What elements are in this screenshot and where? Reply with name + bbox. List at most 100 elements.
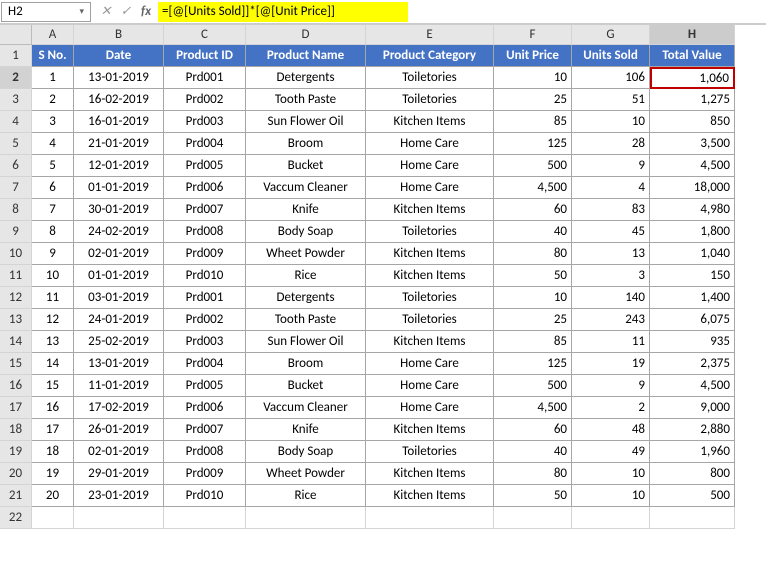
cell[interactable]: Prd008: [164, 441, 246, 463]
col-header-F[interactable]: F: [494, 25, 572, 45]
cell-total-value[interactable]: 4,500: [650, 155, 735, 177]
cell[interactable]: 21-01-2019: [74, 133, 164, 155]
cell[interactable]: 9: [32, 243, 74, 265]
row-header-18[interactable]: 18: [0, 419, 32, 441]
cell-total-value[interactable]: 4,500: [650, 375, 735, 397]
cell[interactable]: Broom: [246, 133, 366, 155]
row-header-10[interactable]: 10: [0, 243, 32, 265]
cell[interactable]: 12: [32, 309, 74, 331]
cell[interactable]: 16: [32, 397, 74, 419]
cell[interactable]: 83: [572, 199, 650, 221]
cell[interactable]: 80: [494, 243, 572, 265]
cell[interactable]: 80: [494, 463, 572, 485]
cell[interactable]: Home Care: [366, 353, 494, 375]
cell[interactable]: 15: [32, 375, 74, 397]
row-header-22[interactable]: 22: [0, 507, 32, 529]
cell[interactable]: 45: [572, 221, 650, 243]
cell[interactable]: 500: [494, 375, 572, 397]
cell[interactable]: 01-01-2019: [74, 177, 164, 199]
cell[interactable]: Prd005: [164, 155, 246, 177]
cell[interactable]: 03-01-2019: [74, 287, 164, 309]
cell[interactable]: Prd006: [164, 397, 246, 419]
row-header-13[interactable]: 13: [0, 309, 32, 331]
cell[interactable]: 40: [494, 221, 572, 243]
chevron-down-icon[interactable]: ▾: [79, 6, 84, 17]
cell[interactable]: 4: [572, 177, 650, 199]
cell-total-value[interactable]: 3,500: [650, 133, 735, 155]
accept-icon[interactable]: ✓: [117, 4, 135, 19]
name-box[interactable]: H2 ▾: [1, 2, 91, 22]
cell[interactable]: Toiletories: [366, 67, 494, 89]
row-header-4[interactable]: 4: [0, 111, 32, 133]
cell[interactable]: 25-02-2019: [74, 331, 164, 353]
cell[interactable]: Kitchen Items: [366, 265, 494, 287]
cell[interactable]: Broom: [246, 353, 366, 375]
cell[interactable]: 11: [32, 287, 74, 309]
cell[interactable]: 4: [32, 133, 74, 155]
cell-total-value[interactable]: 1,060: [650, 67, 735, 89]
cell[interactable]: Prd002: [164, 309, 246, 331]
cell[interactable]: 7: [32, 199, 74, 221]
cell[interactable]: Prd009: [164, 463, 246, 485]
cell[interactable]: 4,500: [494, 177, 572, 199]
cell[interactable]: 49: [572, 441, 650, 463]
cell[interactable]: [32, 507, 74, 529]
cell[interactable]: Kitchen Items: [366, 199, 494, 221]
cell[interactable]: Prd002: [164, 89, 246, 111]
cell[interactable]: 11: [572, 331, 650, 353]
cell[interactable]: 01-01-2019: [74, 265, 164, 287]
cell[interactable]: Prd009: [164, 243, 246, 265]
row-header-3[interactable]: 3: [0, 89, 32, 111]
cell-total-value[interactable]: 4,980: [650, 199, 735, 221]
col-header-D[interactable]: D: [246, 25, 366, 45]
cell[interactable]: Bucket: [246, 375, 366, 397]
cell[interactable]: 3: [32, 111, 74, 133]
cell[interactable]: Vaccum Cleaner: [246, 397, 366, 419]
cell-total-value[interactable]: 1,040: [650, 243, 735, 265]
cell[interactable]: 85: [494, 331, 572, 353]
fx-icon[interactable]: fx: [137, 4, 155, 19]
cell[interactable]: Toiletories: [366, 287, 494, 309]
col-header-E[interactable]: E: [366, 25, 494, 45]
cell[interactable]: Prd007: [164, 199, 246, 221]
cell[interactable]: 19: [32, 463, 74, 485]
cell[interactable]: Knife: [246, 199, 366, 221]
cell[interactable]: 28: [572, 133, 650, 155]
cell[interactable]: Prd010: [164, 265, 246, 287]
cell[interactable]: 2: [32, 89, 74, 111]
row-header-7[interactable]: 7: [0, 177, 32, 199]
cell[interactable]: Prd001: [164, 67, 246, 89]
col-header-G[interactable]: G: [572, 25, 650, 45]
row-header-17[interactable]: 17: [0, 397, 32, 419]
table-header[interactable]: Unit Price: [494, 45, 572, 67]
cell[interactable]: 17: [32, 419, 74, 441]
cell[interactable]: Rice: [246, 265, 366, 287]
cell[interactable]: 11-01-2019: [74, 375, 164, 397]
cell[interactable]: Home Care: [366, 375, 494, 397]
cell[interactable]: Kitchen Items: [366, 243, 494, 265]
cell[interactable]: 51: [572, 89, 650, 111]
cell[interactable]: 10: [572, 111, 650, 133]
cell-total-value[interactable]: 6,075: [650, 309, 735, 331]
cell[interactable]: Toiletories: [366, 309, 494, 331]
cell-total-value[interactable]: 800: [650, 463, 735, 485]
cell[interactable]: Sun Flower Oil: [246, 111, 366, 133]
cell[interactable]: Kitchen Items: [366, 485, 494, 507]
cell-total-value[interactable]: 18,000: [650, 177, 735, 199]
cell[interactable]: [650, 507, 735, 529]
cell[interactable]: Prd010: [164, 485, 246, 507]
row-header-15[interactable]: 15: [0, 353, 32, 375]
col-header-H[interactable]: H: [650, 25, 735, 45]
cell[interactable]: 24-02-2019: [74, 221, 164, 243]
cell[interactable]: 13: [572, 243, 650, 265]
cell[interactable]: 29-01-2019: [74, 463, 164, 485]
cell[interactable]: [164, 507, 246, 529]
cell[interactable]: Kitchen Items: [366, 419, 494, 441]
cell[interactable]: 9: [572, 155, 650, 177]
col-header-C[interactable]: C: [164, 25, 246, 45]
cell[interactable]: Home Care: [366, 133, 494, 155]
cell[interactable]: 10: [572, 485, 650, 507]
row-header-6[interactable]: 6: [0, 155, 32, 177]
cell-total-value[interactable]: 2,375: [650, 353, 735, 375]
row-header-14[interactable]: 14: [0, 331, 32, 353]
